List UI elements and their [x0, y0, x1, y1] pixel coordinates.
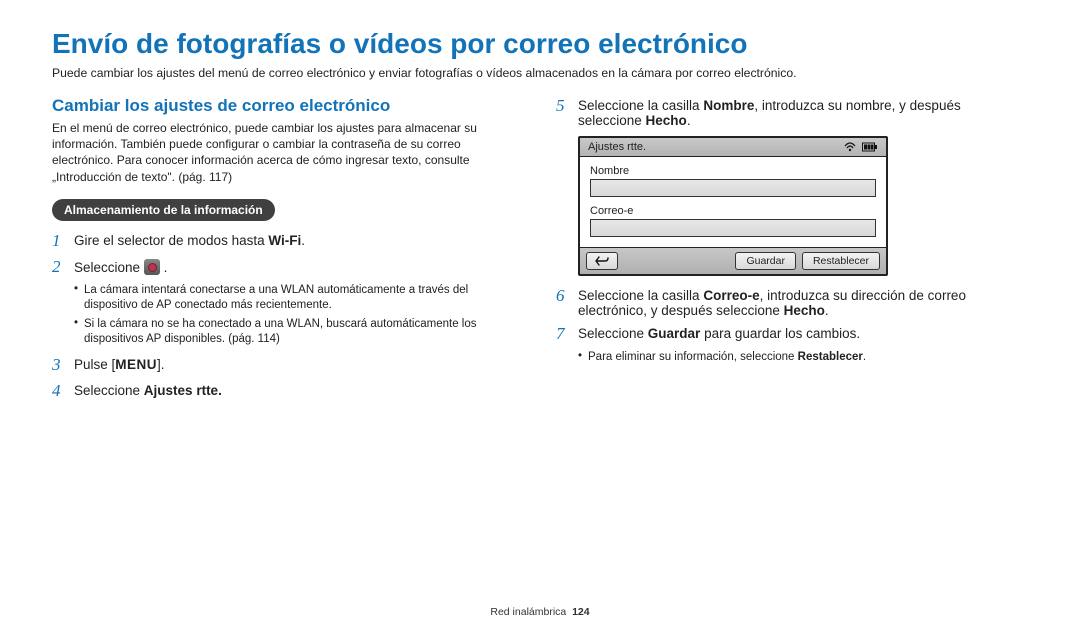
- step-2-period: .: [164, 260, 168, 275]
- step-6-b2: Hecho: [784, 303, 825, 318]
- bullet-bold: Restablecer: [798, 351, 863, 363]
- correo-field[interactable]: [590, 219, 876, 237]
- step-4-bold: Ajustes rtte.: [144, 383, 222, 398]
- step-number: 4: [52, 381, 74, 401]
- step-1-text: Gire el selector de modos hasta: [74, 233, 268, 248]
- intro-text: Puede cambiar los ajustes del menú de co…: [52, 66, 1028, 80]
- screenshot-body: Nombre Correo-e: [580, 157, 886, 247]
- bullet-item: Para eliminar su información, seleccione…: [578, 350, 1028, 365]
- step-3-post: ].: [157, 357, 165, 372]
- step-2: 2 Seleccione .: [52, 257, 524, 277]
- step-6-pre: Seleccione la casilla: [578, 288, 703, 303]
- step-6-post: .: [825, 303, 829, 318]
- bullet-item: La cámara intentará conectarse a una WLA…: [74, 283, 524, 313]
- left-column: Cambiar los ajustes de correo electrónic…: [52, 96, 524, 407]
- restablecer-button[interactable]: Restablecer: [802, 252, 880, 270]
- page-title: Envío de fotografías o vídeos por correo…: [52, 28, 1028, 60]
- step-4-pre: Seleccione: [74, 383, 144, 398]
- email-app-icon: [144, 259, 160, 275]
- field-label-correo: Correo-e: [590, 205, 876, 217]
- step-7-b1: Guardar: [648, 326, 701, 341]
- bullet-item: Si la cámara no se ha conectado a una WL…: [74, 317, 524, 347]
- step-3: 3 Pulse [MENU].: [52, 355, 524, 375]
- menu-label: MENU: [115, 357, 157, 372]
- step-5-b2: Hecho: [646, 113, 687, 128]
- step-5-b1: Nombre: [703, 98, 754, 113]
- step-number: 7: [556, 324, 578, 344]
- content-columns: Cambiar los ajustes de correo electrónic…: [52, 96, 1028, 407]
- section-desc: En el menú de correo electrónico, puede …: [52, 120, 524, 185]
- back-button[interactable]: [586, 252, 618, 270]
- wifi-label: Wi-Fi: [268, 233, 301, 248]
- step-5-pre: Seleccione la casilla: [578, 98, 703, 113]
- step-3-pre: Pulse [: [74, 357, 115, 372]
- guardar-button[interactable]: Guardar: [735, 252, 796, 270]
- step-2-bullets: La cámara intentará conectarse a una WLA…: [74, 283, 524, 347]
- info-storage-pill: Almacenamiento de la información: [52, 199, 275, 221]
- step-2-text: Seleccione: [74, 260, 144, 275]
- step-6: 6 Seleccione la casilla Correo-e, introd…: [556, 286, 1028, 318]
- field-label-nombre: Nombre: [590, 165, 876, 177]
- step-7-bullets: Para eliminar su información, seleccione…: [578, 350, 1028, 365]
- step-7-post: para guardar los cambios.: [700, 326, 860, 341]
- wifi-icon: [844, 142, 856, 152]
- screenshot-header: Ajustes rtte.: [580, 138, 886, 157]
- section-title: Cambiar los ajustes de correo electrónic…: [52, 96, 524, 116]
- step-7-pre: Seleccione: [578, 326, 648, 341]
- page-footer: Red inalámbrica 124: [0, 606, 1080, 618]
- right-column: 5 Seleccione la casilla Nombre, introduz…: [556, 96, 1028, 407]
- step-1: 1 Gire el selector de modos hasta Wi-Fi.: [52, 231, 524, 251]
- step-7: 7 Seleccione Guardar para guardar los ca…: [556, 324, 1028, 344]
- step-number: 3: [52, 355, 74, 375]
- screenshot-title: Ajustes rtte.: [588, 141, 646, 153]
- step-number: 5: [556, 96, 578, 128]
- battery-icon: [862, 142, 878, 152]
- screenshot-footer: Guardar Restablecer: [580, 247, 886, 274]
- step-1-period: .: [301, 233, 305, 248]
- back-arrow-icon: [595, 256, 609, 266]
- step-4: 4 Seleccione Ajustes rtte.: [52, 381, 524, 401]
- camera-screenshot: Ajustes rtte. Nombre Correo-e: [578, 136, 888, 276]
- page-number: 124: [572, 606, 590, 618]
- step-number: 6: [556, 286, 578, 318]
- step-number: 2: [52, 257, 74, 277]
- step-number: 1: [52, 231, 74, 251]
- footer-section: Red inalámbrica: [490, 606, 566, 618]
- bullet-pre: Para eliminar su información, seleccione: [588, 351, 798, 363]
- bullet-post: .: [863, 351, 866, 363]
- nombre-field[interactable]: [590, 179, 876, 197]
- step-5-post: .: [687, 113, 691, 128]
- step-5: 5 Seleccione la casilla Nombre, introduz…: [556, 96, 1028, 128]
- step-6-b1: Correo-e: [703, 288, 759, 303]
